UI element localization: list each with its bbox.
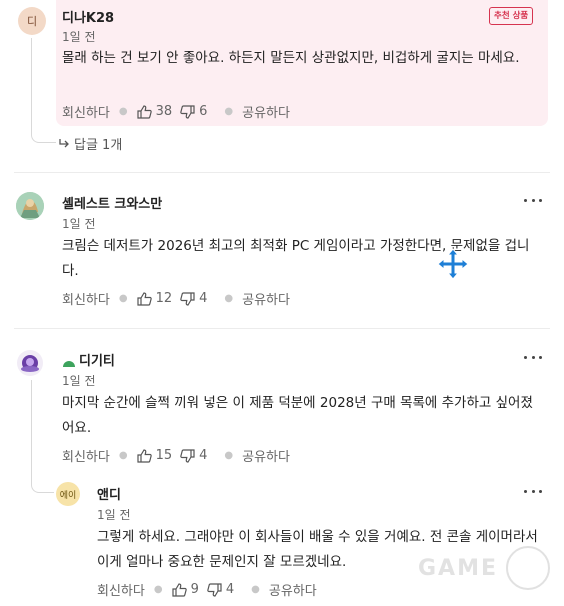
thumbs-down-icon[interactable] — [207, 582, 222, 597]
recommended-badge: 추천 상품 — [489, 7, 534, 25]
comment-time: 1일 전 — [62, 30, 96, 44]
share-button[interactable]: 공유하다 — [242, 446, 290, 465]
watermark-text: GAME — [418, 556, 499, 581]
avatar-image — [16, 192, 44, 220]
separator-dot: ● — [224, 106, 234, 117]
reply-arrow-icon — [58, 138, 70, 149]
avatar-initial: 디 — [26, 15, 38, 28]
comment-body: 몰래 하는 건 보기 안 좋아요. 하든지 말든지 상관없지만, 비겁하게 굴지… — [62, 50, 520, 66]
like-count: 38 — [155, 104, 173, 119]
more-options-icon[interactable] — [524, 356, 542, 362]
separator-dot: ● — [118, 293, 128, 304]
comment-time: 1일 전 — [97, 508, 131, 522]
dislike-count: 4 — [199, 291, 208, 306]
watermark-emblem-icon — [506, 546, 550, 590]
thumbs-down-icon[interactable] — [180, 104, 195, 119]
thumbs-up-icon[interactable] — [136, 448, 152, 463]
divider — [14, 172, 550, 173]
separator-dot: ● — [251, 584, 260, 595]
thumbs-down-icon[interactable] — [180, 448, 195, 463]
avatar[interactable]: 디 — [18, 7, 46, 35]
badge-label: 추천 상품 — [494, 11, 529, 21]
dislike-count: 4 — [199, 448, 208, 463]
move-cursor-icon — [437, 248, 469, 280]
level-badge-icon — [62, 353, 76, 367]
more-options-icon[interactable] — [524, 490, 542, 496]
thread-line — [31, 38, 56, 143]
comment-time: 1일 전 — [62, 374, 96, 388]
comment-actions: 회신하다 ● 9 4 ● 공유하다 — [97, 580, 317, 599]
watermark-logo: GAME — [418, 556, 498, 581]
comment-author[interactable]: 디나K28 — [62, 7, 114, 26]
thread-line — [31, 380, 54, 493]
like-count: 12 — [155, 291, 173, 306]
reply-button[interactable]: 회신하다 — [97, 580, 145, 599]
dislike-count: 4 — [225, 582, 235, 597]
share-button[interactable]: 공유하다 — [242, 102, 290, 121]
thumbs-up-icon[interactable] — [136, 291, 152, 306]
separator-dot: ● — [224, 450, 234, 461]
comment-author[interactable]: 셸레스트 크와스만 — [62, 193, 162, 212]
separator-dot: ● — [153, 584, 163, 595]
separator-dot: ● — [118, 450, 128, 461]
comment-body: 크림슨 데저트가 2026년 최고의 최적화 PC 게임이라고 가정한다면, 문… — [62, 238, 530, 279]
comment-author[interactable]: 앤디 — [97, 484, 121, 503]
more-options-icon[interactable] — [524, 199, 542, 205]
comment-body: 마지막 순간에 슬쩍 끼워 넣은 이 제품 덕분에 2028년 구매 목록에 추… — [62, 395, 533, 436]
avatar[interactable] — [17, 350, 43, 376]
share-button[interactable]: 공유하다 — [242, 289, 290, 308]
thumbs-up-icon[interactable] — [136, 104, 152, 119]
comment-time: 1일 전 — [62, 217, 96, 231]
avatar-image — [21, 355, 39, 372]
thumbs-down-icon[interactable] — [180, 291, 195, 306]
share-button[interactable]: 공유하다 — [269, 580, 317, 599]
like-count: 9 — [190, 582, 199, 597]
divider — [14, 328, 550, 329]
comment-actions: 회신하다 ● 38 6 ● 공유하다 — [62, 102, 290, 121]
reply-button[interactable]: 회신하다 — [62, 289, 110, 308]
replies-toggle[interactable]: 답글 1개 — [58, 134, 122, 153]
like-count: 15 — [155, 448, 173, 463]
separator-dot: ● — [224, 293, 234, 304]
reply-button[interactable]: 회신하다 — [62, 446, 110, 465]
avatar[interactable]: 에이 — [56, 482, 80, 506]
reply-button[interactable]: 회신하다 — [62, 102, 110, 121]
avatar-initial: 에이 — [59, 490, 77, 501]
comment-actions: 회신하다 ● 15 4 ● 공유하다 — [62, 446, 290, 465]
comment-actions: 회신하다 ● 12 4 ● 공유하다 — [62, 289, 290, 308]
avatar[interactable] — [16, 192, 44, 220]
comment-author[interactable]: 디기티 — [79, 350, 115, 369]
replies-count-label: 답글 1개 — [74, 138, 123, 153]
thumbs-up-icon[interactable] — [171, 582, 187, 597]
dislike-count: 6 — [199, 104, 208, 119]
separator-dot: ● — [118, 106, 128, 117]
